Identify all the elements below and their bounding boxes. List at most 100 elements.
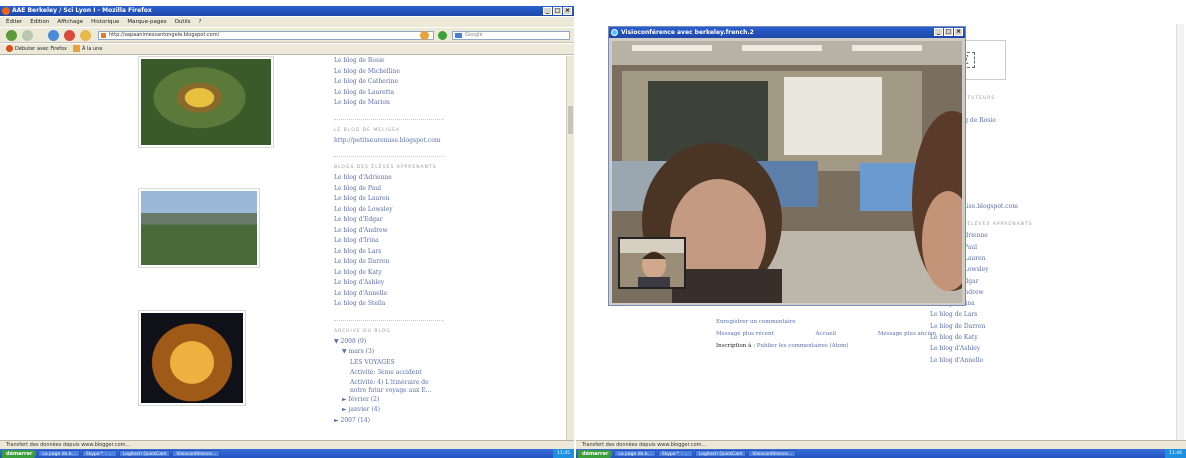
right-screen: ONE BLOGS DES TUTEURS Le blog Le mini-bl… — [576, 0, 1186, 458]
archive-year-2007[interactable]: ► 2007 (14) — [334, 416, 444, 427]
remote-video-feed — [612, 41, 962, 303]
menu-help[interactable]: ? — [199, 17, 202, 27]
menu-edit[interactable]: Edition — [30, 17, 49, 27]
archive-post[interactable]: LES VOYAGES — [334, 358, 444, 369]
menu-tools[interactable]: Outils — [175, 17, 191, 27]
window-controls: _ □ × — [934, 28, 963, 36]
student-link[interactable]: Le blog d'Edgar — [334, 215, 444, 226]
taskbar-item[interactable]: Visioconférence... — [748, 450, 797, 457]
close-button[interactable]: × — [954, 28, 963, 36]
url-input[interactable]: http://sapaanimessantongele.blogspot.com… — [98, 31, 434, 40]
bookmark-label: Débuter avec Firefox — [15, 46, 67, 52]
close-button[interactable]: × — [563, 7, 572, 15]
taskbar-item[interactable]: Logitech QuickCam — [118, 450, 171, 457]
video-call-window[interactable]: Visioconférence avec berkeley.french.2 _… — [608, 26, 966, 306]
back-icon[interactable] — [6, 30, 17, 41]
archive-post[interactable]: Activité: 3ème accident — [334, 368, 444, 379]
menu-file[interactable]: Éditer — [6, 17, 22, 27]
menu-history[interactable]: Historique — [91, 17, 119, 27]
student-link[interactable]: Le blog d'Irina — [334, 236, 444, 247]
firefox-icon — [2, 7, 10, 15]
archive-post[interactable]: Activité: 4) L'itinéraire de notre futur… — [334, 379, 444, 395]
blog-page: Le blog de Rosie Le blog de Michelline L… — [0, 56, 566, 440]
sidebar-link[interactable]: Le blog de Michelline — [334, 67, 444, 78]
sidebar-link[interactable]: Le blog de Lauretta — [334, 88, 444, 99]
rss-icon[interactable] — [420, 31, 429, 40]
left-screen: AAE Berkeley / Sci Lyon I - Mozilla Fire… — [0, 0, 574, 458]
menu-view[interactable]: Affichage — [57, 17, 83, 27]
sidebar-heading: LE BLOG DE MELISSA — [334, 118, 444, 136]
minimize-button[interactable]: _ — [934, 28, 943, 36]
newer-post-link[interactable]: Message plus récent — [716, 328, 774, 340]
student-link[interactable]: Le blog de Stella — [334, 299, 444, 310]
student-link[interactable]: Le blog de Lars — [334, 247, 444, 258]
stop-icon[interactable] — [64, 30, 75, 41]
taskbar-item[interactable]: Skype™ - ... — [81, 450, 117, 457]
bookmark-getting-started[interactable]: Débuter avec Firefox — [6, 44, 67, 54]
archive-year-2008[interactable]: ▼ 2008 (9) — [334, 337, 444, 348]
menu-bookmarks[interactable]: Marque-pages — [127, 17, 166, 27]
student-link[interactable]: Le blog de Katy — [334, 268, 444, 279]
minimize-button[interactable]: _ — [543, 7, 552, 15]
student-link[interactable]: Le blog d'Ashley — [930, 343, 1050, 354]
self-view-scene — [620, 239, 684, 287]
taskbar-item[interactable]: Logitech QuickCam — [694, 450, 747, 457]
illuminated-building-photo — [138, 310, 246, 406]
start-button[interactable]: démarrer — [2, 449, 37, 458]
bookmark-headlines[interactable]: À la une — [72, 44, 102, 54]
maximize-button[interactable]: □ — [553, 7, 562, 15]
blog-archive: ▼ 2008 (9) ▼ mars (3) LES VOYAGES Activi… — [334, 337, 444, 427]
student-link[interactable]: Le blog d'Andrew — [334, 226, 444, 237]
student-link[interactable]: Le blog de Lauren — [334, 194, 444, 205]
system-tray-clock: 11:45 — [553, 449, 574, 458]
student-link[interactable]: Le blog de Katy — [930, 332, 1050, 343]
vertical-scrollbar[interactable] — [566, 56, 574, 440]
taskbar-item[interactable]: La page de b... — [38, 450, 80, 457]
student-link[interactable]: Le blog d'Annelle — [930, 355, 1050, 366]
window-title: AAE Berkeley / Sci Lyon I - Mozilla Fire… — [12, 7, 152, 14]
status-bar: Transfert des données depuis www.blogger… — [576, 440, 1186, 449]
scrollbar-thumb[interactable] — [568, 106, 573, 134]
taskbar-item[interactable]: Visioconférence... — [172, 450, 221, 457]
archive-month-fevrier[interactable]: ► février (2) — [334, 395, 444, 406]
favicon-icon — [101, 33, 106, 38]
student-link[interactable]: Le blog de Darren — [930, 321, 1050, 332]
taskbar-item[interactable]: Skype™ - ... — [657, 450, 693, 457]
sidebar-link[interactable]: Le blog de Rosie — [334, 56, 444, 67]
subscribe-label: Inscription à : — [716, 343, 755, 349]
search-input[interactable]: Google — [452, 31, 570, 40]
student-link[interactable]: Le blog de Lars — [930, 309, 1050, 320]
sidebar-link[interactable]: Le blog de Marion — [334, 98, 444, 109]
student-link[interactable]: Le blog d'Adrienne — [334, 173, 444, 184]
comment-link[interactable]: Enregistrer un commentaire — [716, 319, 796, 325]
forward-icon[interactable] — [22, 30, 33, 41]
home-link[interactable]: Accueil — [816, 328, 836, 340]
vertical-scrollbar[interactable] — [1176, 24, 1184, 440]
google-icon — [455, 33, 462, 38]
student-link[interactable]: Le blog de Darren — [334, 257, 444, 268]
archive-month-mars[interactable]: ▼ mars (3) — [334, 347, 444, 358]
firefox-bookmark-icon — [6, 45, 13, 52]
home-icon[interactable] — [80, 30, 91, 41]
student-link[interactable]: Le blog d'Annelle — [334, 289, 444, 300]
older-post-link[interactable]: Message plus ancien — [878, 328, 936, 340]
reload-icon[interactable] — [48, 30, 59, 41]
taskbar-item[interactable]: La page de b... — [614, 450, 656, 457]
taskbar: démarrer La page de b... Skype™ - ... Lo… — [576, 449, 1186, 458]
system-tray-clock: 11:46 — [1165, 449, 1186, 458]
student-link[interactable]: Le blog de Lowsley — [334, 205, 444, 216]
rss-bookmark-icon — [72, 45, 80, 52]
go-icon[interactable] — [438, 31, 447, 40]
archive-month-janvier[interactable]: ► janvier (4) — [334, 405, 444, 416]
search-placeholder: Google — [465, 32, 483, 38]
student-link[interactable]: Le blog de Paul — [334, 184, 444, 195]
start-button[interactable]: démarrer — [578, 449, 613, 458]
top-margin — [576, 0, 1186, 24]
url-text: http://sapaanimessantongele.blogspot.com… — [109, 32, 220, 38]
sidebar-link[interactable]: Le blog de Catherine — [334, 77, 444, 88]
subscribe-link[interactable]: Publier les commentaires (Atom) — [757, 343, 849, 349]
maximize-button[interactable]: □ — [944, 28, 953, 36]
video-window-title-bar[interactable]: Visioconférence avec berkeley.french.2 _… — [609, 27, 965, 38]
sidebar-link[interactable]: http://petitseuremise.blogspot.com — [334, 136, 444, 147]
student-link[interactable]: Le blog d'Ashley — [334, 278, 444, 289]
